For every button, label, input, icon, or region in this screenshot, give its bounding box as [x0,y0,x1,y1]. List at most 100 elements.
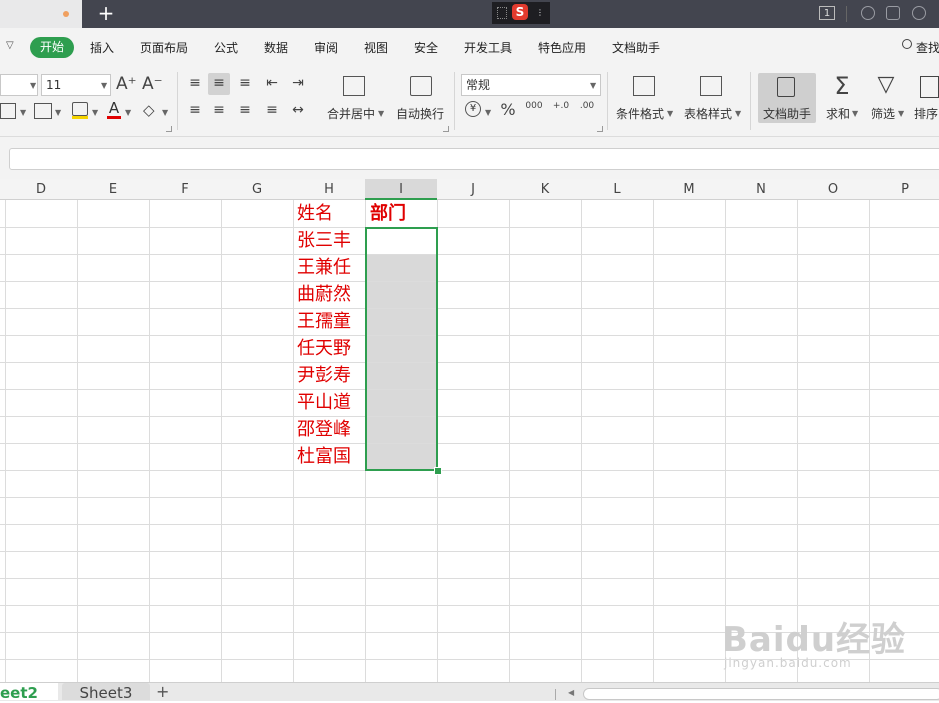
menu-page-layout[interactable]: 页面布局 [140,40,188,56]
merge-center-icon[interactable] [343,76,365,96]
menu-search-label[interactable]: 查找 [916,40,939,56]
menu-review[interactable]: 审阅 [314,40,338,56]
font-grow-button[interactable]: A⁺ [116,74,137,94]
sheet-tab-active[interactable]: eet2 [0,683,58,700]
sort-label[interactable]: 排序 [914,105,938,122]
sogou-ime-icon[interactable]: S [512,4,528,20]
menu-formula[interactable]: 公式 [214,40,238,56]
menu-data[interactable]: 数据 [264,40,288,56]
column-header-f[interactable]: F [149,179,221,200]
sum-caret-icon[interactable]: ▼ [852,109,858,118]
currency-caret-icon[interactable]: ▼ [485,108,491,117]
font-name-caret-icon[interactable]: ▼ [30,81,36,90]
justify-icon[interactable]: ≡ [263,102,281,118]
number-format-caret-icon[interactable]: ▼ [590,81,596,90]
align-top-icon[interactable]: ≡ [186,75,204,91]
cell-name[interactable]: 曲蔚然 [297,282,351,308]
scroll-left-icon[interactable]: ◀ [568,688,574,697]
cell-name[interactable]: 平山道 [297,390,351,416]
table-style-icon[interactable] [700,76,722,96]
skin-icon[interactable] [861,6,875,20]
merge-center-label[interactable]: 合并居中 [327,105,375,122]
filter-caret-icon[interactable]: ▼ [898,109,904,118]
column-header-l[interactable]: L [581,179,653,200]
conditional-format-label[interactable]: 条件格式 [616,105,664,122]
cell-style-caret-icon[interactable]: ▼ [55,108,61,117]
document-tab[interactable] [0,0,82,28]
column-header-o[interactable]: O [797,179,869,200]
conditional-format-icon[interactable] [633,76,655,96]
filter-label[interactable]: 筛选 [871,105,895,122]
menu-security[interactable]: 安全 [414,40,438,56]
decimal-decrease-button[interactable]: .00 [578,101,596,111]
dialog-launcher-icon[interactable] [166,126,172,132]
column-header-m[interactable]: M [653,179,725,200]
scroll-splitter[interactable] [555,689,556,700]
cell-name[interactable]: 杜富国 [297,444,351,470]
font-color-caret-icon[interactable]: ▼ [125,108,131,117]
menu-developer[interactable]: 开发工具 [464,40,512,56]
number-format-box[interactable]: 常规 [461,74,601,96]
fill-color-icon[interactable] [72,102,88,116]
fill-color-caret-icon[interactable]: ▼ [92,108,98,117]
conditional-format-caret-icon[interactable]: ▼ [667,109,673,118]
menu-start[interactable]: 开始 [30,37,74,58]
window-count-badge[interactable]: 1 [819,6,835,20]
align-center-icon[interactable]: ≡ [210,102,228,118]
align-bottom-icon[interactable]: ≡ [236,75,254,91]
add-sheet-button[interactable]: + [156,684,169,700]
currency-button[interactable]: ¥ [465,101,481,117]
sum-label[interactable]: 求和 [826,105,850,122]
column-header-p[interactable]: P [869,179,939,200]
merge-center-caret-icon[interactable]: ▼ [378,109,384,118]
clear-format-caret-icon[interactable]: ▼ [162,108,168,117]
indent-decrease-icon[interactable]: ⇤ [263,75,281,91]
new-tab-button[interactable]: + [96,2,116,24]
font-size-caret-icon[interactable]: ▼ [101,81,107,90]
distributed-icon[interactable]: ↔ [289,102,307,118]
selection-range[interactable] [365,227,438,471]
filter-icon[interactable]: ▽ [874,72,898,97]
percent-button[interactable]: % [499,100,517,119]
column-header-h[interactable]: H [293,179,365,200]
cell-i-header[interactable]: 部门 [370,201,406,227]
search-icon[interactable] [902,39,912,49]
borders-icon[interactable] [0,103,16,119]
cell-name[interactable]: 王孺童 [297,309,351,335]
wrap-text-icon[interactable] [410,76,432,96]
cell-name[interactable]: 尹彭寿 [297,363,351,389]
sort-icon[interactable] [920,76,939,98]
align-left-icon[interactable]: ≡ [186,102,204,118]
clear-format-icon[interactable]: ◇ [143,101,155,119]
column-header-k[interactable]: K [509,179,581,200]
cell-name[interactable]: 王兼任 [297,255,351,281]
column-header-e[interactable]: E [77,179,149,200]
align-middle-icon[interactable]: ≡ [210,75,228,91]
column-header-n[interactable]: N [725,179,797,200]
horizontal-scrollbar[interactable] [583,688,939,700]
wrap-text-label[interactable]: 自动换行 [396,105,444,122]
dialog-launcher-icon[interactable] [443,126,449,132]
thousands-button[interactable]: 000 [524,101,544,111]
sum-icon[interactable]: Σ [830,72,854,100]
column-header-i[interactable]: I [365,179,437,200]
settings-icon[interactable] [912,6,926,20]
menu-view[interactable]: 视图 [364,40,388,56]
shirt-icon[interactable] [886,6,900,20]
font-shrink-button[interactable]: A⁻ [142,74,163,94]
fill-handle[interactable] [434,467,442,475]
column-header-d[interactable]: D [5,179,77,200]
formula-input[interactable] [9,148,939,170]
font-color-icon[interactable]: A [107,99,121,117]
sheet-tab[interactable]: Sheet3 [62,683,150,702]
doc-helper-icon[interactable] [777,77,795,97]
column-header-g[interactable]: G [221,179,293,200]
menu-doc-helper[interactable]: 文档助手 [612,40,660,56]
doc-helper-label[interactable]: 文档助手 [763,105,811,122]
menu-special[interactable]: 特色应用 [538,40,586,56]
cell-name[interactable]: 邵登峰 [297,417,351,443]
align-right-icon[interactable]: ≡ [236,102,254,118]
menu-insert[interactable]: 插入 [90,40,114,56]
table-style-label[interactable]: 表格样式 [684,105,732,122]
cell-style-icon[interactable] [34,103,52,119]
